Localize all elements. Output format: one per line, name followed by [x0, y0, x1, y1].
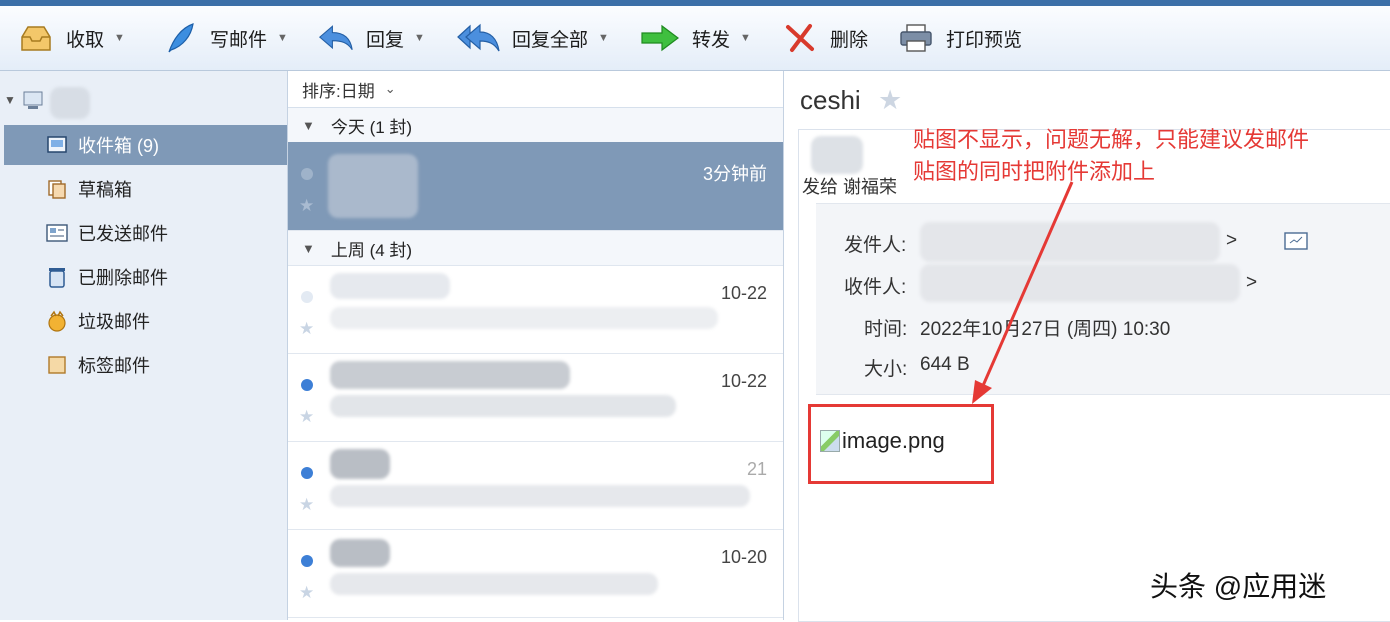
attachment-name: image.png — [842, 428, 945, 453]
watermark: 头条 @应用迷 — [1150, 571, 1327, 602]
annotation-arrow — [972, 181, 1074, 404]
broken-image-icon — [820, 430, 840, 452]
inline-image-placeholder[interactable]: image.png — [820, 428, 945, 454]
